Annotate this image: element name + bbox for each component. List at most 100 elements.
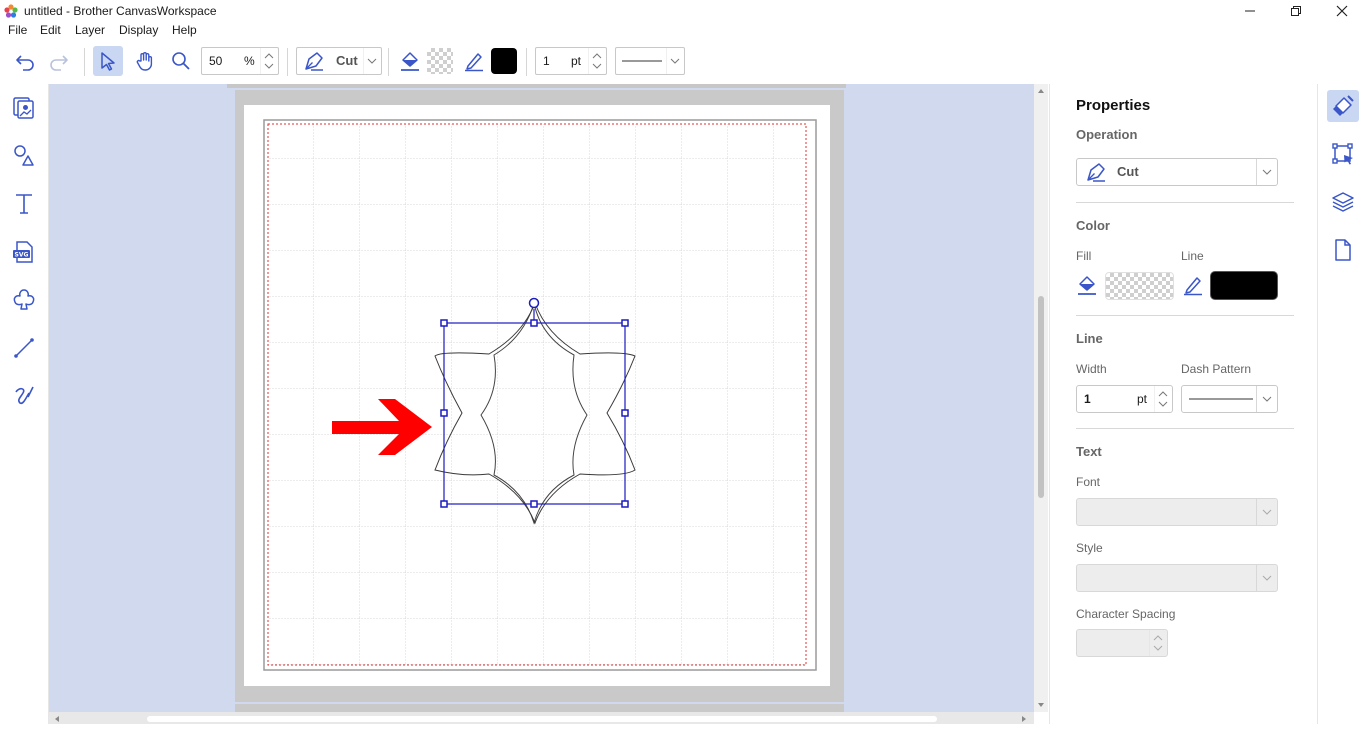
zoom-tool-button[interactable] [166, 46, 196, 76]
undo-icon [16, 55, 34, 71]
zoom-stepper-arrows-icon[interactable] [260, 48, 278, 74]
cut-pen-icon [1087, 163, 1105, 182]
toolbar-separator [84, 48, 85, 76]
properties-brush-icon [1333, 95, 1354, 116]
resize-handle-br[interactable] [621, 500, 629, 508]
resize-handle-bm[interactable] [530, 500, 538, 508]
style-select[interactable] [1076, 564, 1278, 592]
menu-help[interactable]: Help [172, 23, 197, 37]
horizontal-scrollbar-graphic [55, 716, 1026, 722]
restore-button[interactable] [1273, 0, 1319, 22]
layers-icon [1332, 192, 1354, 212]
transform-tab-button[interactable] [1327, 138, 1359, 170]
svg-text:SVG: SVG [15, 252, 29, 259]
fill-bucket-icon [401, 52, 419, 71]
stepper-arrows-icon[interactable] [1149, 630, 1167, 656]
operation-select[interactable]: Cut [1076, 158, 1278, 186]
properties-tab-button[interactable] [1327, 90, 1359, 122]
image-trace-button[interactable] [8, 284, 40, 316]
close-button[interactable] [1319, 0, 1365, 22]
grid [268, 124, 806, 665]
section-divider [1076, 428, 1294, 429]
character-spacing-stepper[interactable] [1076, 629, 1168, 657]
resize-handle-tl[interactable] [440, 319, 448, 327]
text-tool-button[interactable] [8, 188, 40, 220]
resize-handle-bl[interactable] [440, 500, 448, 508]
canvas-area[interactable] [49, 84, 1034, 712]
fill-color-swatch[interactable] [427, 48, 453, 74]
chevron-down-icon [363, 48, 377, 74]
zoom-unit: % [244, 54, 255, 68]
fill-bucket-icon[interactable] [1076, 274, 1098, 296]
operation-select-value: Cut [1117, 164, 1139, 179]
line-width-stepper[interactable]: 1 pt [1076, 385, 1173, 413]
line-width-value: 1 [543, 54, 550, 68]
mat-shadow-top [227, 84, 846, 88]
svg-import-icon: SVG [13, 241, 33, 263]
resize-handle-mr[interactable] [621, 409, 629, 417]
section-divider [1076, 202, 1294, 203]
image-trace-icon [13, 289, 35, 310]
canvas-drawing[interactable] [49, 84, 1034, 712]
zoom-spinner[interactable]: 50 % [201, 47, 279, 75]
pen-icon [465, 53, 483, 72]
undo-button[interactable] [10, 46, 40, 76]
chevron-down-icon [1256, 386, 1277, 412]
line-tool-button[interactable] [8, 332, 40, 364]
width-label: Width [1076, 362, 1107, 376]
fill-color-swatch[interactable] [1105, 272, 1174, 300]
page-tab-button[interactable] [1327, 234, 1359, 266]
select-tool-button[interactable] [93, 46, 123, 76]
line-color-swatch[interactable] [1210, 271, 1278, 300]
menu-layer[interactable]: Layer [75, 23, 105, 37]
vertical-scrollbar[interactable] [1034, 84, 1048, 712]
templates-button[interactable] [8, 92, 40, 124]
solid-line-icon [1189, 398, 1253, 400]
line-width-unit: pt [1137, 392, 1148, 406]
dash-pattern-dropdown[interactable] [615, 47, 685, 75]
menu-edit[interactable]: Edit [40, 23, 61, 37]
redo-button[interactable] [44, 46, 74, 76]
resize-handle-tm[interactable] [530, 319, 538, 327]
text-section-label: Text [1076, 444, 1102, 459]
freehand-tool-button[interactable] [8, 380, 40, 412]
fill-color-button[interactable] [395, 46, 425, 76]
window-title: untitled - Brother CanvasWorkspace [24, 4, 217, 18]
vertical-scrollbar-graphic [1038, 89, 1044, 707]
hand-tool-button[interactable] [130, 46, 160, 76]
close-icon [1336, 5, 1348, 17]
select-icon [101, 52, 115, 71]
horizontal-scrollbar[interactable] [49, 712, 1034, 724]
left-tool-sidebar: SVG [0, 84, 49, 724]
layers-tab-button[interactable] [1327, 186, 1359, 218]
dash-pattern-select[interactable] [1181, 385, 1278, 413]
zoom-icon [172, 52, 190, 70]
transform-icon [1332, 143, 1353, 165]
dash-pattern-label: Dash Pattern [1181, 362, 1252, 376]
line-width-stepper-arrows-icon[interactable] [588, 48, 606, 74]
svg-import-button[interactable]: SVG [8, 236, 40, 268]
shapes-button[interactable] [8, 140, 40, 172]
pen-icon[interactable] [1182, 274, 1204, 296]
restore-icon [1291, 6, 1301, 16]
operation-label: Operation [1076, 127, 1138, 142]
line-width-value: 1 [1084, 392, 1091, 406]
text-icon [16, 194, 32, 214]
menu-file[interactable]: File [8, 23, 27, 37]
properties-panel: Properties Operation Cut Color Fill Line… [1049, 84, 1318, 724]
toolbar-separator [287, 48, 288, 76]
line-color-button[interactable] [459, 46, 489, 76]
font-select[interactable] [1076, 498, 1278, 526]
line-width-spinner[interactable]: 1 pt [535, 47, 607, 75]
chevron-down-icon [1256, 499, 1277, 525]
minimize-button[interactable] [1227, 0, 1273, 22]
menu-display[interactable]: Display [119, 23, 158, 37]
resize-handle-ml[interactable] [440, 409, 448, 417]
shapes-icon [14, 145, 34, 166]
line-color-swatch[interactable] [491, 48, 517, 74]
rotate-handle[interactable] [528, 297, 540, 309]
fill-label: Fill [1076, 249, 1092, 263]
resize-handle-tr[interactable] [621, 319, 629, 327]
stepper-arrows-icon[interactable] [1154, 386, 1172, 412]
operation-dropdown[interactable]: Cut [296, 47, 382, 75]
